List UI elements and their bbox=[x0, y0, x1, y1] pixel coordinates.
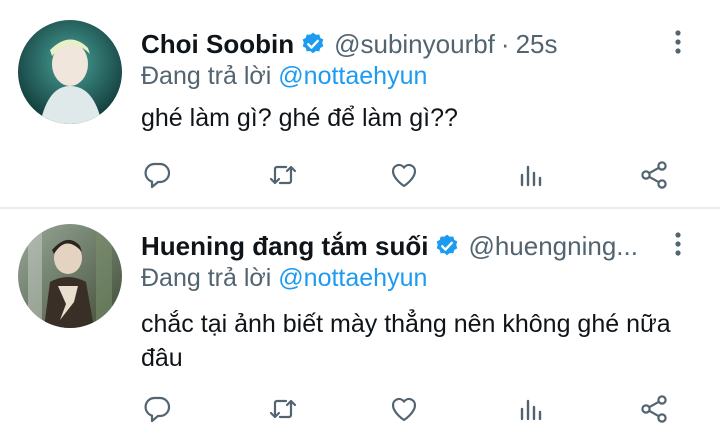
heart-icon bbox=[391, 397, 417, 422]
analytics-button[interactable] bbox=[510, 389, 550, 429]
reply-mention[interactable]: @nottaehyun bbox=[278, 62, 427, 90]
display-name[interactable]: Huening đang tắm suối bbox=[141, 231, 428, 262]
dot-separator: · bbox=[500, 28, 510, 59]
timestamp[interactable]: 25s bbox=[516, 29, 558, 60]
more-vertical-icon[interactable] bbox=[666, 28, 690, 56]
retweet-icon bbox=[269, 165, 297, 185]
retweet-button[interactable] bbox=[263, 389, 303, 429]
analytics-icon bbox=[520, 399, 542, 421]
reply-context: Đang trả lời @nottaehyun bbox=[141, 264, 427, 293]
heart-icon bbox=[391, 163, 417, 188]
retweet-icon bbox=[269, 399, 297, 419]
like-button[interactable] bbox=[384, 155, 424, 195]
handle[interactable]: @subinyourbf bbox=[334, 29, 495, 60]
handle[interactable]: @huengning... bbox=[468, 231, 638, 262]
like-button[interactable] bbox=[384, 389, 424, 429]
tweet-actions bbox=[0, 389, 720, 429]
verified-badge-icon bbox=[437, 234, 458, 256]
retweet-button[interactable] bbox=[263, 155, 303, 195]
reply-mention[interactable]: @nottaehyun bbox=[278, 264, 427, 292]
reply-prefix: Đang trả lời bbox=[141, 264, 272, 292]
reply-icon bbox=[144, 162, 171, 189]
verified-badge-icon bbox=[302, 32, 324, 54]
tweet-text: chắc tại ảnh biết mày thẳng nên không gh… bbox=[141, 310, 671, 372]
reply-context: Đang trả lời @nottaehyun bbox=[141, 62, 427, 91]
share-button[interactable] bbox=[634, 155, 674, 195]
share-icon bbox=[641, 395, 667, 423]
avatar[interactable] bbox=[18, 224, 122, 328]
tweet-actions bbox=[0, 155, 720, 195]
more-vertical-icon[interactable] bbox=[666, 230, 690, 258]
reply-prefix: Đang trả lời bbox=[141, 62, 272, 90]
reply-button[interactable] bbox=[137, 155, 177, 195]
share-icon bbox=[641, 161, 667, 189]
analytics-icon bbox=[520, 165, 542, 187]
tweet-card[interactable]: Huening đang tắm suối @huengning... Đang… bbox=[0, 209, 720, 432]
tweet-card[interactable]: Choi Soobin @subinyourbf · 25s Đang trả … bbox=[0, 0, 720, 208]
display-name[interactable]: Choi Soobin bbox=[141, 29, 294, 60]
reply-button[interactable] bbox=[137, 389, 177, 429]
reply-icon bbox=[144, 396, 171, 423]
tweet-header: Choi Soobin @subinyourbf · 25s bbox=[141, 28, 658, 60]
analytics-button[interactable] bbox=[510, 155, 550, 195]
tweet-header: Huening đang tắm suối @huengning... bbox=[141, 230, 658, 262]
avatar[interactable] bbox=[18, 20, 122, 124]
tweet-text: ghé làm gì? ghé để làm gì?? bbox=[141, 104, 458, 132]
share-button[interactable] bbox=[634, 389, 674, 429]
